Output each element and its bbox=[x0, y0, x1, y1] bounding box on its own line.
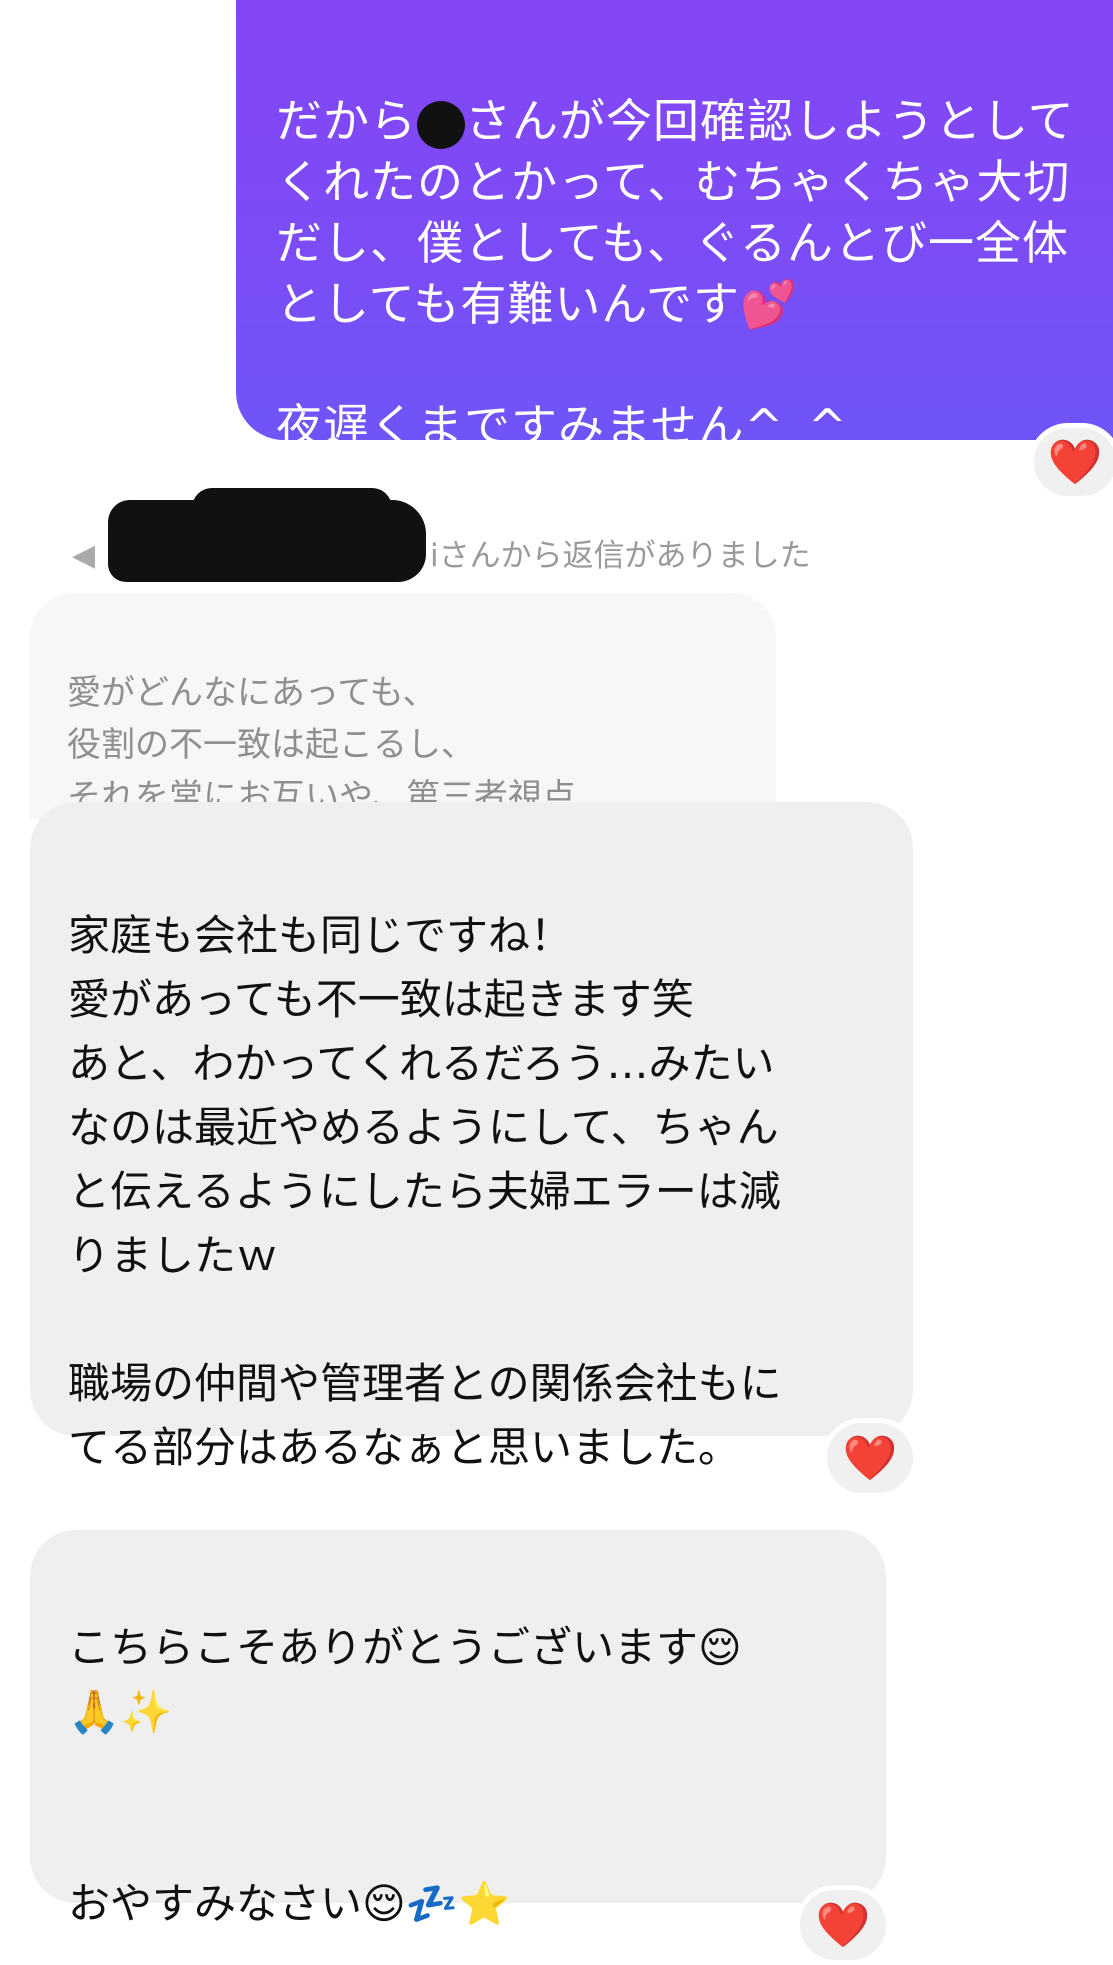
sent-message-text-rest: さんが今回確認しようとして bbox=[465, 94, 1075, 148]
received-message-2-heart-reaction[interactable]: ❤️ bbox=[795, 1885, 891, 1965]
received-message-bubble[interactable]: 家庭も会社も同じですね！ 愛があっても不一致は起きます笑 あと、わかってくれるだ… bbox=[30, 802, 913, 1472]
quoted-message-text: 愛がどんなにあっても、 役割の不一致は起こるし、 それを常にお互いや、第三者視点… bbox=[67, 673, 610, 817]
redacted-name bbox=[417, 100, 465, 149]
sent-message-body: くれたのとかって、むちゃくちゃ大切 だし、僕としても、ぐるんとび一全体 としても… bbox=[276, 155, 1071, 453]
reply-header-text: iさんから返信がありました bbox=[430, 538, 811, 574]
received-message-2-text: こちらこそありがとうございます😌 🙏✨ おやすみなさい😌💤⭐️ bbox=[68, 1623, 742, 1928]
received-message-text: 家庭も会社も同じですね！ 愛があっても不一致は起きます笑 あと、わかってくれるだ… bbox=[68, 911, 782, 1472]
reply-header: ◀ iさんから返信がありました bbox=[72, 488, 811, 584]
heart-icon: ❤️ bbox=[1047, 437, 1103, 488]
quoted-message[interactable]: 愛がどんなにあっても、 役割の不一致は起こるし、 それを常にお互いや、第三者視点… bbox=[30, 593, 776, 819]
heart-icon: ❤️ bbox=[815, 1900, 871, 1951]
sent-message-text-start: だから bbox=[276, 94, 417, 148]
heart-icon: ❤️ bbox=[842, 1433, 898, 1484]
received-message-heart-reaction[interactable]: ❤️ bbox=[822, 1418, 918, 1498]
reply-arrow-icon: ◀ bbox=[72, 538, 96, 573]
sent-message-heart-reaction[interactable]: ❤️ bbox=[1029, 423, 1113, 501]
redacted-username bbox=[108, 488, 426, 582]
sent-message-bubble[interactable]: だから さんが今回確認しようとして くれたのとかって、むちゃくちゃ大切 だし、僕と… bbox=[236, 0, 1113, 453]
received-message-bubble-2[interactable]: こちらこそありがとうございます😌 🙏✨ おやすみなさい😌💤⭐️ bbox=[30, 1530, 886, 1928]
